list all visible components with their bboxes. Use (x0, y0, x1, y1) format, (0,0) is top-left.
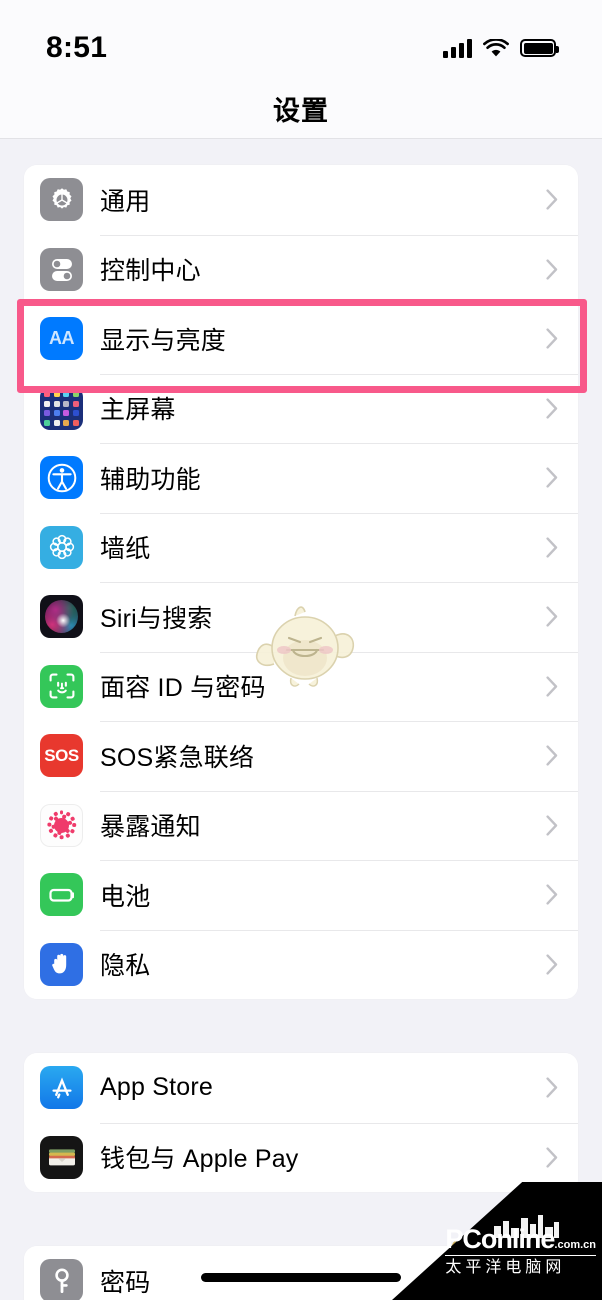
privacy-hand-icon (40, 942, 83, 986)
page-title: 设置 (273, 95, 329, 126)
home-indicator[interactable] (201, 1273, 401, 1282)
chevron-right-icon (546, 676, 558, 697)
settings-row-app-store[interactable]: App Store (24, 1053, 578, 1123)
settings-row-label: 隐私 (100, 952, 151, 981)
chevron-right-icon (546, 189, 558, 210)
chevron-right-icon (546, 1270, 558, 1291)
settings-row-control-center[interactable]: 控制中心 (24, 234, 578, 304)
settings-row-label: 辅助功能 (100, 465, 201, 494)
settings-list: 通用 控制中心 AA 显示与亮度 主屏幕 辅助功能 墙纸 Siri与搜索 面容 … (0, 165, 602, 1300)
exposure-icon (40, 803, 83, 847)
chevron-right-icon (546, 1077, 558, 1098)
settings-row-label: 密码 (100, 1268, 151, 1297)
settings-row-label: 显示与亮度 (100, 326, 227, 355)
toggles-icon (40, 247, 83, 291)
battery-full-icon (520, 39, 559, 57)
settings-row-battery[interactable]: 电池 (24, 860, 578, 930)
chevron-right-icon (546, 884, 558, 905)
key-icon (40, 1259, 83, 1300)
app-store-icon (40, 1066, 83, 1110)
chevron-right-icon (546, 398, 558, 419)
settings-row-face-id-passcode[interactable]: 面容 ID 与密码 (24, 651, 578, 721)
settings-row-emergency-sos[interactable]: SOS SOS紧急联络 (24, 721, 578, 791)
settings-row-label: 面容 ID 与密码 (100, 674, 266, 703)
siri-orb-glyph (45, 600, 78, 634)
settings-row-wallpaper[interactable]: 墙纸 (24, 512, 578, 582)
status-bar-clock: 8:51 (46, 31, 108, 64)
navigation-bar: 设置 (0, 78, 602, 139)
settings-row-label: 通用 (100, 187, 151, 216)
chevron-right-icon (546, 954, 558, 975)
settings-row-wallet-apple-pay[interactable]: 钱包与 Apple Pay (24, 1122, 578, 1192)
battery-icon (40, 873, 83, 917)
accessibility-icon (40, 456, 83, 500)
settings-row-siri-search[interactable]: Siri与搜索 (24, 582, 578, 652)
settings-row-accessibility[interactable]: 辅助功能 (24, 443, 578, 513)
chevron-right-icon (546, 259, 558, 280)
wallet-icon (40, 1135, 83, 1179)
face-id-icon (40, 664, 83, 708)
signal-bars-icon (443, 38, 472, 58)
sos-icon: SOS (40, 734, 83, 778)
settings-group-main: 通用 控制中心 AA 显示与亮度 主屏幕 辅助功能 墙纸 Siri与搜索 面容 … (24, 165, 578, 999)
gear-icon (40, 178, 83, 222)
chevron-right-icon (546, 815, 558, 836)
chevron-right-icon (546, 537, 558, 558)
aa-text-size-icon: AA (40, 317, 83, 361)
settings-row-label: 电池 (100, 882, 151, 911)
status-bar: 8:51 (0, 0, 602, 78)
home-screen-icon (40, 386, 83, 430)
chevron-right-icon (546, 1147, 558, 1168)
settings-row-label: SOS紧急联络 (100, 743, 255, 772)
chevron-right-icon (546, 745, 558, 766)
settings-row-privacy[interactable]: 隐私 (24, 929, 578, 999)
settings-row-label: 控制中心 (100, 257, 201, 286)
sos-glyph: SOS (44, 745, 79, 765)
status-bar-icons (443, 38, 559, 58)
chevron-right-icon (546, 606, 558, 627)
settings-row-label: 钱包与 Apple Pay (100, 1145, 299, 1174)
iphone-settings-screen: 8:51 设置 通用 控制中心 AA 显示与亮度 主屏幕 辅助功能 墙纸 Sir… (0, 0, 602, 1300)
siri-orb-icon (40, 595, 83, 639)
settings-row-label: 主屏幕 (100, 396, 176, 425)
exposure-dots (44, 807, 80, 843)
settings-row-display-brightness[interactable]: AA 显示与亮度 (24, 304, 578, 374)
aa-glyph: AA (49, 328, 75, 349)
chevron-right-icon (546, 328, 558, 349)
settings-row-label: 墙纸 (100, 535, 151, 564)
settings-row-home-screen[interactable]: 主屏幕 (24, 373, 578, 443)
wifi-icon (483, 38, 509, 58)
settings-row-label: Siri与搜索 (100, 604, 213, 633)
home-screen-dots (44, 391, 79, 426)
settings-row-label: 暴露通知 (100, 813, 201, 842)
settings-group-store: App Store 钱包与 Apple Pay (24, 1053, 578, 1192)
chevron-right-icon (546, 467, 558, 488)
wallpaper-icon (40, 525, 83, 569)
settings-row-general[interactable]: 通用 (24, 165, 578, 235)
settings-row-exposure-notifications[interactable]: 暴露通知 (24, 790, 578, 860)
settings-row-label: App Store (100, 1073, 213, 1102)
